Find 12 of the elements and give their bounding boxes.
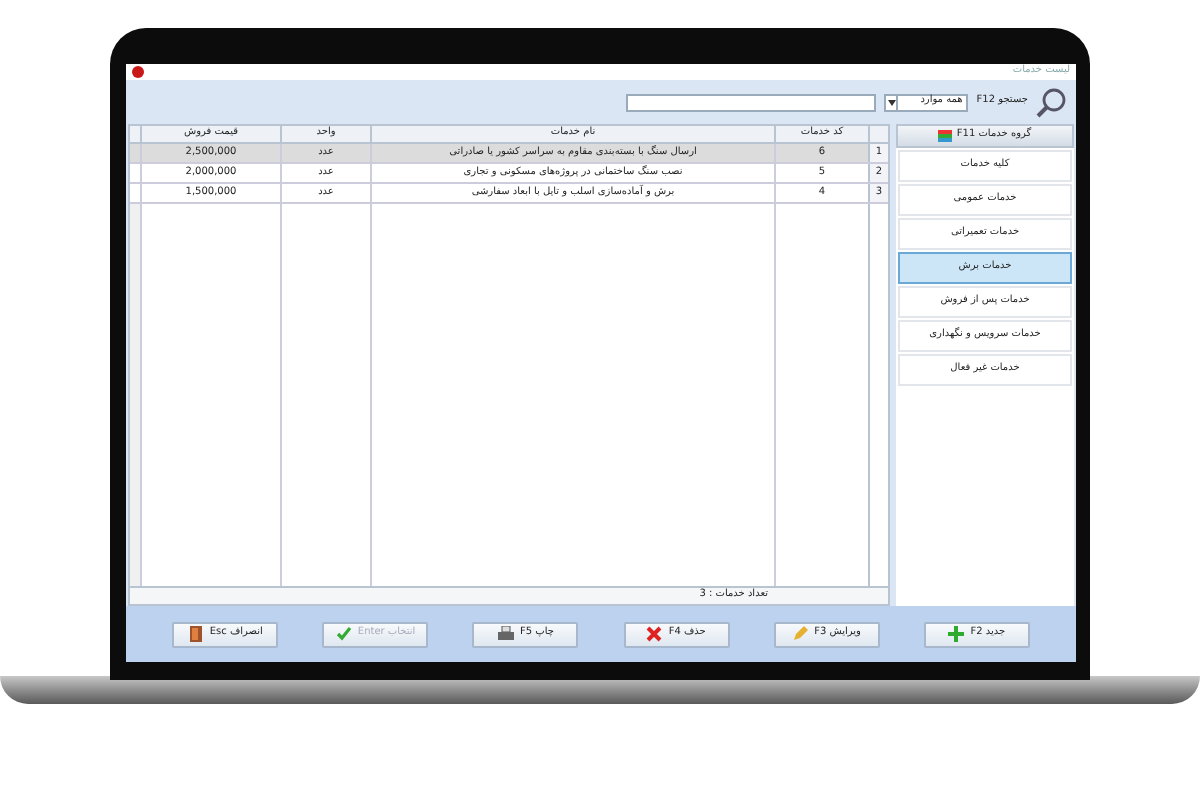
pencil-icon xyxy=(792,626,809,642)
printer-icon xyxy=(497,626,514,642)
search-icon xyxy=(1036,86,1068,118)
check-icon xyxy=(335,626,352,642)
caret-icon xyxy=(886,95,899,109)
scrollbar[interactable] xyxy=(130,204,140,586)
close-icon xyxy=(646,626,663,642)
search-field[interactable] xyxy=(626,93,877,111)
door-icon xyxy=(187,626,204,642)
plus-icon xyxy=(948,626,965,642)
grid-icon xyxy=(938,130,953,142)
app-icon xyxy=(132,66,144,78)
